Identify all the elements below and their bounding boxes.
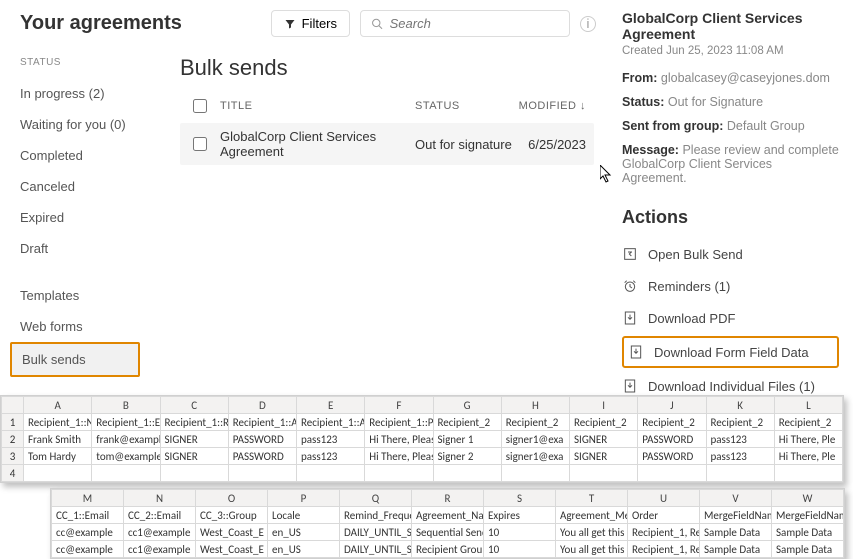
sidebar-item-completed[interactable]: Completed	[20, 140, 170, 171]
page-title: Your agreements	[20, 12, 182, 35]
open-icon	[622, 246, 638, 262]
sidebar: STATUS In progress (2) Waiting for you (…	[0, 51, 170, 393]
sidebar-item-canceled[interactable]: Canceled	[20, 171, 170, 202]
spreadsheet-1: ABCDEFGHIJKL1Recipient_1::NameRecipient_…	[0, 395, 844, 483]
spreadsheet-2: MNOPQRSTUVWCC_1::EmailCC_2::EmailCC_3::G…	[50, 488, 845, 559]
info-icon[interactable]: i	[580, 16, 596, 32]
sidebar-item-waiting[interactable]: Waiting for you (0)	[20, 109, 170, 140]
main-content: Bulk sends TITLE STATUS MODIFIED ↓ Globa…	[170, 51, 608, 393]
spreadsheet-2-table[interactable]: MNOPQRSTUVWCC_1::EmailCC_2::EmailCC_3::G…	[51, 489, 844, 558]
action-reminders[interactable]: Reminders (1)	[622, 270, 839, 302]
row-modified: 6/25/2023	[515, 137, 594, 152]
sidebar-status-label: STATUS	[20, 57, 170, 68]
col-modified[interactable]: MODIFIED ↓	[515, 100, 594, 112]
sort-desc-icon: ↓	[580, 100, 586, 112]
row-title: GlobalCorp Client Services Agreement	[220, 129, 415, 159]
col-title[interactable]: TITLE	[220, 100, 415, 112]
detail-group: Sent from group: Default Group	[622, 119, 839, 133]
col-status[interactable]: STATUS	[415, 100, 515, 112]
row-checkbox[interactable]	[193, 137, 207, 151]
select-all-checkbox[interactable]	[193, 99, 207, 113]
detail-from: From: globalcasey@caseyjones.dom	[622, 71, 839, 85]
action-download-individual[interactable]: Download Individual Files (1)	[622, 370, 839, 402]
table-header: TITLE STATUS MODIFIED ↓	[180, 95, 594, 123]
row-status: Out for signature	[415, 137, 515, 152]
detail-created: Created Jun 25, 2023 11:08 AM	[622, 45, 839, 57]
search-input[interactable]	[390, 16, 559, 31]
sidebar-item-draft[interactable]: Draft	[20, 233, 170, 264]
actions-header: Actions	[622, 207, 839, 228]
download-icon	[622, 310, 638, 326]
sidebar-item-templates[interactable]: Templates	[20, 280, 170, 311]
detail-title: GlobalCorp Client Services Agreement	[622, 10, 839, 42]
table-row[interactable]: GlobalCorp Client Services Agreement Out…	[180, 123, 594, 165]
action-download-form-field-data[interactable]: Download Form Field Data	[622, 336, 839, 368]
spreadsheet-1-table[interactable]: ABCDEFGHIJKL1Recipient_1::NameRecipient_…	[1, 396, 843, 482]
action-open-bulk-send[interactable]: Open Bulk Send	[622, 238, 839, 270]
action-download-pdf[interactable]: Download PDF	[622, 302, 839, 334]
filter-icon	[284, 18, 296, 30]
search-icon	[371, 17, 384, 31]
filters-button[interactable]: Filters	[271, 10, 350, 37]
clock-icon	[622, 278, 638, 294]
sidebar-item-expired[interactable]: Expired	[20, 202, 170, 233]
download-files-icon	[622, 378, 638, 394]
detail-status: Status: Out for Signature	[622, 95, 839, 109]
sidebar-item-web-forms[interactable]: Web forms	[20, 311, 170, 342]
sidebar-item-in-progress[interactable]: In progress (2)	[20, 78, 170, 109]
cursor-icon	[600, 165, 614, 183]
search-box[interactable]	[360, 10, 570, 37]
detail-panel: GlobalCorp Client Services Agreement Cre…	[608, 0, 853, 393]
download-form-icon	[628, 344, 644, 360]
main-title: Bulk sends	[180, 55, 594, 81]
filters-label: Filters	[302, 16, 337, 31]
sidebar-item-bulk-sends[interactable]: Bulk sends	[10, 342, 140, 377]
detail-message: Message: Please review and complete Glob…	[622, 143, 839, 185]
page-header: Your agreements Filters i	[0, 0, 608, 51]
